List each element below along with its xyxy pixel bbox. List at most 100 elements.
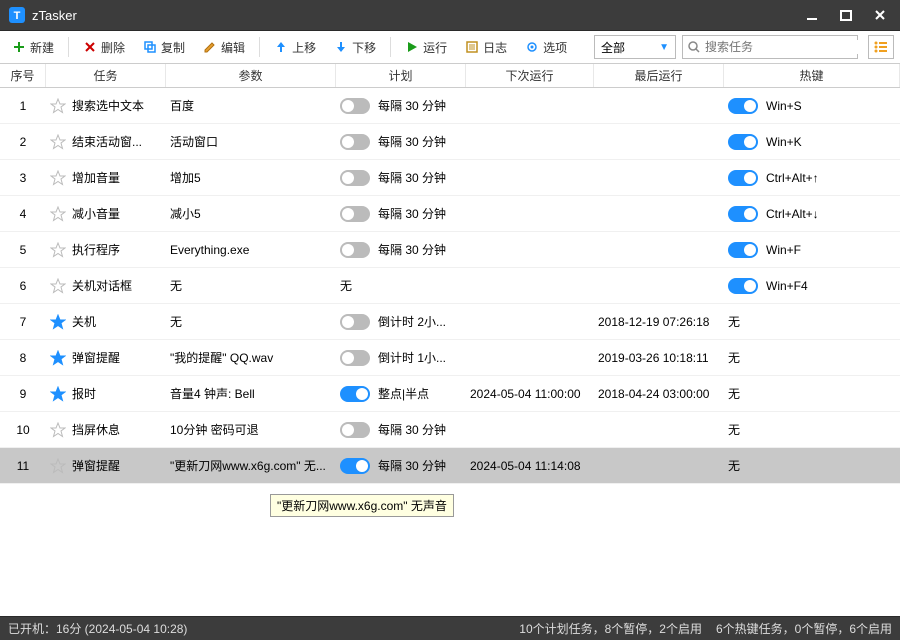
task-param: Everything.exe xyxy=(166,243,336,257)
table-row[interactable]: 10挡屏休息10分钟 密码可退每隔 30 分钟无 xyxy=(0,412,900,448)
star-icon[interactable] xyxy=(50,242,66,258)
hotkey-text: Win+S xyxy=(766,99,802,113)
options-button[interactable]: 选项 xyxy=(519,36,573,59)
toggle-switch[interactable] xyxy=(728,242,758,258)
toggle-switch[interactable] xyxy=(728,134,758,150)
arrow-up-icon xyxy=(274,40,288,54)
status-uptime: 已开机：16分 (2024-05-04 10:28) xyxy=(8,620,187,637)
minimize-button[interactable] xyxy=(804,7,820,23)
hotkey-text: 无 xyxy=(728,421,740,438)
task-param: 无 xyxy=(166,277,336,294)
svg-text:T: T xyxy=(14,10,21,22)
copy-button[interactable]: 复制 xyxy=(137,36,191,59)
task-plan: 每隔 30 分钟 xyxy=(378,457,446,474)
window-title: zTasker xyxy=(32,8,804,23)
hotkey-text: Win+F xyxy=(766,243,801,257)
task-plan: 倒计时 2小... xyxy=(378,313,446,330)
col-next[interactable]: 下次运行 xyxy=(466,64,594,87)
edit-button[interactable]: 编辑 xyxy=(197,36,251,59)
star-icon[interactable] xyxy=(50,458,66,474)
toggle-switch[interactable] xyxy=(340,458,370,474)
task-param: 无 xyxy=(166,313,336,330)
col-hotkey[interactable]: 热键 xyxy=(724,64,900,87)
table-row[interactable]: 7关机无倒计时 2小...2018-12-19 07:26:18无 xyxy=(0,304,900,340)
next-run: 2024-05-04 11:14:08 xyxy=(466,459,594,473)
close-button[interactable] xyxy=(872,7,888,23)
star-icon[interactable] xyxy=(50,98,66,114)
task-plan: 每隔 30 分钟 xyxy=(378,205,446,222)
table-row[interactable]: 11弹窗提醒"更新刀网www.x6g.com" 无...每隔 30 分钟2024… xyxy=(0,448,900,484)
list-view-toggle[interactable] xyxy=(868,35,894,59)
move-up-button[interactable]: 上移 xyxy=(268,36,322,59)
table-row[interactable]: 4减小音量减小5每隔 30 分钟Ctrl+Alt+↓ xyxy=(0,196,900,232)
table-row[interactable]: 9报时音量4 钟声: Bell整点|半点2024-05-04 11:00:002… xyxy=(0,376,900,412)
task-plan: 每隔 30 分钟 xyxy=(378,421,446,438)
table-row[interactable]: 1搜索选中文本百度每隔 30 分钟Win+S xyxy=(0,88,900,124)
table-row[interactable]: 8弹窗提醒"我的提醒" QQ.wav倒计时 1小...2019-03-26 10… xyxy=(0,340,900,376)
status-plan-count: 10个计划任务，8个暂停，2个启用 xyxy=(519,620,702,637)
log-button[interactable]: 日志 xyxy=(459,36,513,59)
task-name: 挡屏休息 xyxy=(72,421,120,438)
table-row[interactable]: 6关机对话框无无Win+F4 xyxy=(0,268,900,304)
move-down-button[interactable]: 下移 xyxy=(328,36,382,59)
toggle-switch[interactable] xyxy=(728,206,758,222)
task-param: 减小5 xyxy=(166,205,336,222)
hotkey-text: Win+K xyxy=(766,135,802,149)
col-param[interactable]: 参数 xyxy=(166,64,336,87)
toggle-switch[interactable] xyxy=(728,278,758,294)
run-button[interactable]: 运行 xyxy=(399,36,453,59)
search-input[interactable] xyxy=(705,40,860,54)
col-plan[interactable]: 计划 xyxy=(336,64,466,87)
col-task[interactable]: 任务 xyxy=(46,64,166,87)
delete-button[interactable]: 删除 xyxy=(77,36,131,59)
toggle-switch[interactable] xyxy=(340,98,370,114)
table-row[interactable]: 2结束活动窗...活动窗口每隔 30 分钟Win+K xyxy=(0,124,900,160)
task-name: 减小音量 xyxy=(72,205,120,222)
hotkey-text: Ctrl+Alt+↓ xyxy=(766,207,819,221)
copy-icon xyxy=(143,40,157,54)
task-name: 增加音量 xyxy=(72,169,120,186)
star-icon[interactable] xyxy=(50,350,66,366)
last-run: 2019-03-26 10:18:11 xyxy=(594,351,724,365)
star-icon[interactable] xyxy=(50,386,66,402)
task-name: 关机 xyxy=(72,313,96,330)
filter-dropdown[interactable]: 全部 ▼ xyxy=(594,35,676,59)
hotkey-text: 无 xyxy=(728,385,740,402)
star-icon[interactable] xyxy=(50,422,66,438)
table-row[interactable]: 3增加音量增加5每隔 30 分钟Ctrl+Alt+↑ xyxy=(0,160,900,196)
toggle-switch[interactable] xyxy=(340,206,370,222)
toggle-switch[interactable] xyxy=(728,98,758,114)
task-list: 1搜索选中文本百度每隔 30 分钟Win+S2结束活动窗...活动窗口每隔 30… xyxy=(0,88,900,616)
arrow-down-icon xyxy=(334,40,348,54)
toggle-switch[interactable] xyxy=(340,134,370,150)
plus-icon xyxy=(12,40,26,54)
maximize-button[interactable] xyxy=(838,7,854,23)
col-index[interactable]: 序号 xyxy=(0,64,46,87)
task-name: 报时 xyxy=(72,385,96,402)
star-icon[interactable] xyxy=(50,278,66,294)
x-icon xyxy=(83,40,97,54)
task-plan: 倒计时 1小... xyxy=(378,349,446,366)
new-button[interactable]: 新建 xyxy=(6,36,60,59)
task-param: "我的提醒" QQ.wav xyxy=(166,349,336,366)
app-logo-icon: T xyxy=(8,6,26,24)
star-icon[interactable] xyxy=(50,170,66,186)
star-icon[interactable] xyxy=(50,314,66,330)
star-icon[interactable] xyxy=(50,134,66,150)
toggle-switch[interactable] xyxy=(340,242,370,258)
toggle-switch[interactable] xyxy=(340,170,370,186)
toggle-switch[interactable] xyxy=(340,314,370,330)
table-row[interactable]: 5执行程序Everything.exe每隔 30 分钟Win+F xyxy=(0,232,900,268)
task-param: 增加5 xyxy=(166,169,336,186)
toggle-switch[interactable] xyxy=(340,386,370,402)
col-last[interactable]: 最后运行 xyxy=(594,64,724,87)
star-icon[interactable] xyxy=(50,206,66,222)
hotkey-text: 无 xyxy=(728,313,740,330)
toggle-switch[interactable] xyxy=(728,170,758,186)
task-name: 关机对话框 xyxy=(72,277,132,294)
toggle-switch[interactable] xyxy=(340,350,370,366)
play-icon xyxy=(405,40,419,54)
next-run: 2024-05-04 11:00:00 xyxy=(466,387,594,401)
toggle-switch[interactable] xyxy=(340,422,370,438)
search-box[interactable] xyxy=(682,35,858,59)
